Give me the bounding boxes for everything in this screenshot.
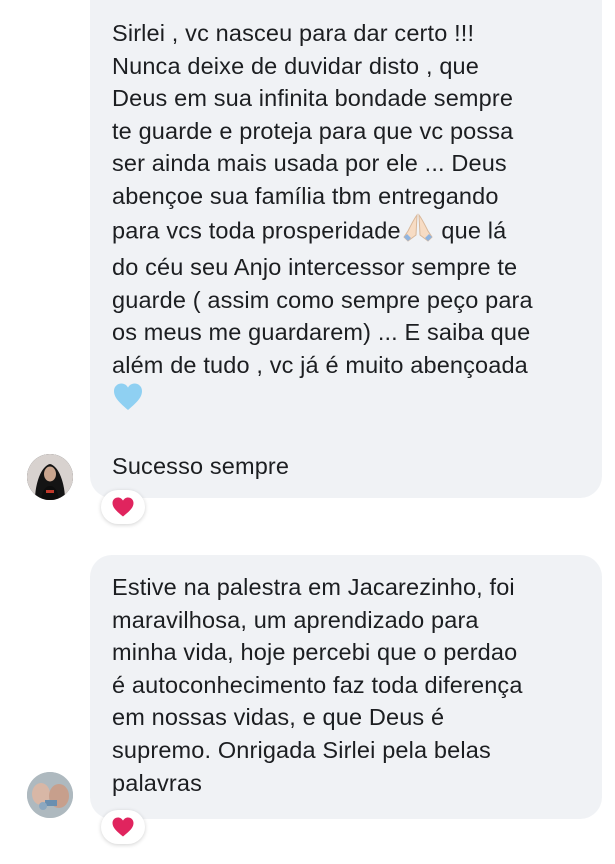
comment-text: Sirlei , vc nasceu para dar certo !!! Nu… bbox=[112, 17, 582, 420]
reaction-badge[interactable] bbox=[101, 490, 145, 524]
red-heart-icon bbox=[111, 496, 135, 518]
reaction-badge[interactable] bbox=[101, 810, 145, 844]
light-blue-heart-emoji-icon bbox=[112, 382, 144, 421]
comment-bubble[interactable]: Estive na palestra em Jacarezinho, foi m… bbox=[90, 555, 602, 819]
comments-thread: Sirlei , vc nasceu para dar certo !!! Nu… bbox=[0, 0, 615, 864]
red-heart-icon bbox=[111, 816, 135, 838]
comment-bubble[interactable]: Sirlei , vc nasceu para dar certo !!! Nu… bbox=[90, 0, 602, 498]
folded-hands-emoji-icon bbox=[401, 212, 435, 252]
comment-text-part: Sirlei , vc nasceu para dar certo !!! Nu… bbox=[112, 20, 514, 244]
comment-text-closing: Sucesso sempre bbox=[112, 453, 290, 480]
avatar[interactable] bbox=[27, 454, 73, 500]
comment-text: Estive na palestra em Jacarezinho, foi m… bbox=[112, 574, 523, 796]
avatar[interactable] bbox=[27, 772, 73, 818]
